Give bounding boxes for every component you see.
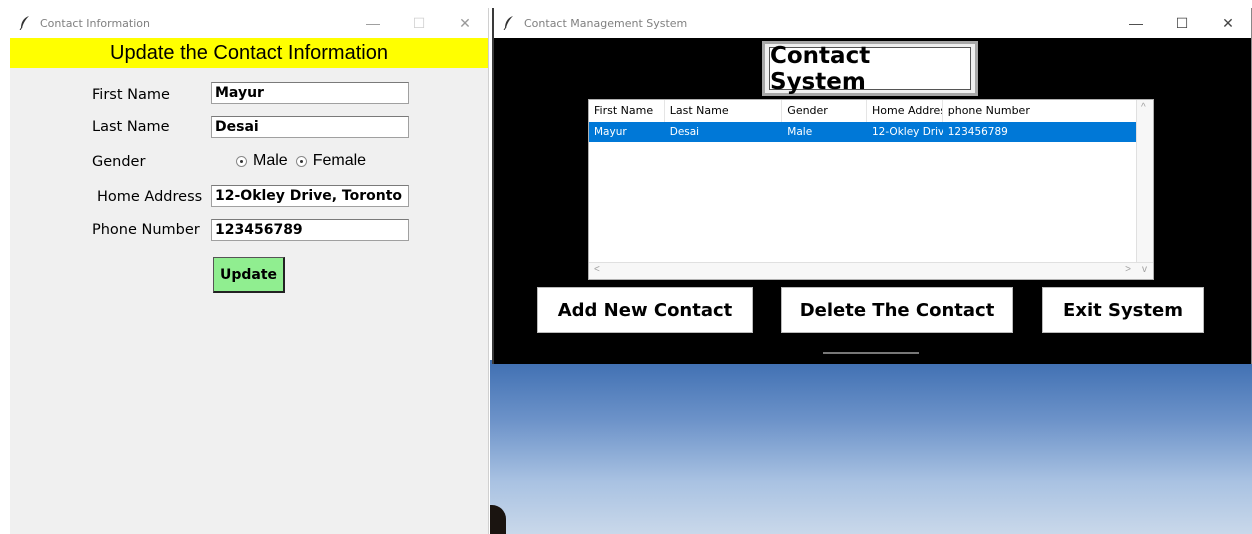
contacts-table[interactable]: First Name Last Name Gender Home Addres … xyxy=(588,99,1154,280)
phone-number-field[interactable]: 123456789 xyxy=(211,219,409,241)
delete-contact-button[interactable]: Delete The Contact xyxy=(781,287,1013,333)
chevron-right-icon[interactable]: > xyxy=(1125,264,1131,275)
phone-number-label: Phone Number xyxy=(92,222,200,238)
title-bar[interactable]: Contact Management System — ☐ ✕ xyxy=(494,8,1251,38)
column-header-last-name[interactable]: Last Name xyxy=(665,100,783,122)
minimize-icon[interactable]: — xyxy=(1113,8,1159,38)
update-button[interactable]: Update xyxy=(213,257,285,293)
bottom-divider xyxy=(823,352,919,354)
female-radio-label[interactable]: Female xyxy=(313,152,366,170)
title-bar[interactable]: Contact Information — ☐ ✕ xyxy=(10,8,488,38)
close-icon[interactable]: ✕ xyxy=(1205,8,1251,38)
column-header-first-name[interactable]: First Name xyxy=(589,100,665,122)
gender-label: Gender xyxy=(92,154,146,170)
update-banner: Update the Contact Information xyxy=(10,38,488,68)
home-address-field[interactable]: 12-Okley Drive, Toronto xyxy=(211,185,409,207)
system-heading: Contact System xyxy=(769,43,971,95)
feather-icon xyxy=(18,16,32,30)
minimize-icon[interactable]: — xyxy=(350,8,396,38)
first-name-field[interactable]: Mayur xyxy=(211,82,409,104)
cell-gender: Male xyxy=(787,126,813,138)
contact-information-window: Contact Information — ☐ ✕ Update the Con… xyxy=(10,8,489,534)
female-radio[interactable] xyxy=(295,155,307,167)
last-name-label: Last Name xyxy=(92,119,170,135)
chevron-left-icon[interactable]: < xyxy=(594,264,600,275)
male-radio-label[interactable]: Male xyxy=(253,152,288,170)
table-header: First Name Last Name Gender Home Addres … xyxy=(589,100,1137,123)
male-radio[interactable] xyxy=(236,155,247,167)
maximize-icon[interactable]: ☐ xyxy=(1159,8,1205,38)
close-icon[interactable]: ✕ xyxy=(442,8,488,38)
chevron-down-icon[interactable]: v xyxy=(1142,264,1147,275)
cell-first-name: Mayur xyxy=(594,126,627,138)
window-title: Contact Information xyxy=(40,16,150,30)
cell-last-name: Desai xyxy=(669,126,700,138)
horizontal-scrollbar[interactable]: < > v xyxy=(589,262,1153,279)
last-name-field[interactable]: Desai xyxy=(211,116,409,138)
home-address-label: Home Address xyxy=(97,189,203,205)
cell-home-address: 12-Okley Driv xyxy=(871,126,943,138)
system-heading-frame: Contact System xyxy=(762,41,978,96)
first-name-label: First Name xyxy=(92,87,170,103)
column-header-gender[interactable]: Gender xyxy=(782,100,867,122)
vertical-scrollbar[interactable]: ^ xyxy=(1136,100,1153,263)
gender-radio-group: Male Female xyxy=(236,152,366,170)
cell-phone-number: 123456789 xyxy=(947,126,1008,138)
window-title: Contact Management System xyxy=(524,16,688,30)
maximize-icon[interactable]: ☐ xyxy=(396,8,442,38)
add-new-contact-button[interactable]: Add New Contact xyxy=(537,287,753,333)
contact-management-window: Contact Management System — ☐ ✕ Contact … xyxy=(492,8,1252,364)
column-header-home-address[interactable]: Home Addres xyxy=(867,100,943,122)
table-row[interactable]: Mayur Desai Male 12-Okley Driv 123456789 xyxy=(589,122,1137,142)
desktop-background xyxy=(490,360,1252,534)
exit-system-button[interactable]: Exit System xyxy=(1042,287,1204,333)
feather-icon xyxy=(502,16,516,30)
chevron-up-icon[interactable]: ^ xyxy=(1141,102,1146,113)
column-header-phone-number[interactable]: phone Number xyxy=(943,100,1137,122)
